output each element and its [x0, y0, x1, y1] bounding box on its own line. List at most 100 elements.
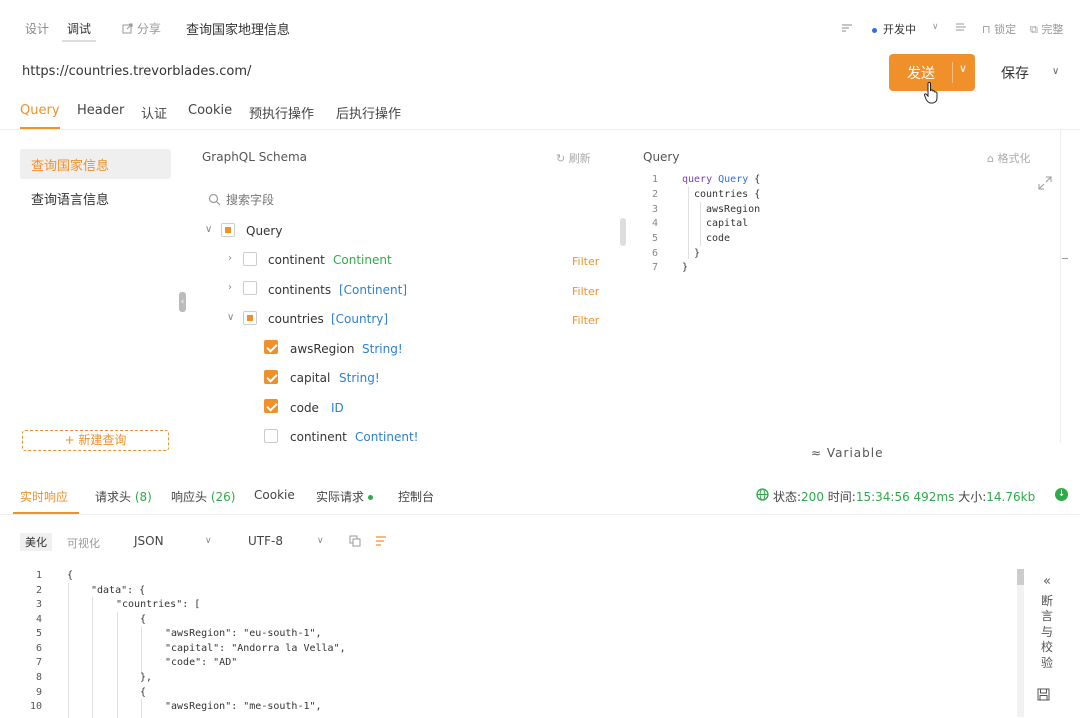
field-type[interactable]: ID! [331, 401, 345, 415]
operation-item-countries[interactable]: 查询国家信息 [20, 149, 171, 179]
operation-item-languages[interactable]: 查询语言信息 [20, 183, 171, 213]
schema-scrollbar[interactable] [620, 218, 626, 246]
response-scrollbar-thumb[interactable] [1017, 569, 1024, 585]
wrap-lines-icon[interactable] [842, 23, 853, 33]
save-dropdown-chevron-icon[interactable]: ∨ [1052, 66, 1059, 77]
lock-button[interactable]: ⊓ 锁定 [982, 21, 1016, 37]
download-icon[interactable]: ↓ [1055, 488, 1068, 501]
line-number: 4 [651, 218, 658, 229]
filter-link[interactable]: Filter [572, 314, 599, 327]
tab-response-headers[interactable]: 响应头 (26) [171, 488, 235, 505]
field-checkbox-awsregion[interactable] [264, 340, 278, 354]
filter-link[interactable]: Filter [572, 255, 599, 268]
indent-guide [117, 612, 118, 718]
field-type[interactable]: [Country] [331, 312, 388, 326]
wrap-text-icon[interactable] [375, 535, 387, 547]
view-visualize[interactable]: 可视化 [67, 535, 100, 551]
expand-icon[interactable] [1038, 176, 1052, 190]
schema-search-input[interactable] [206, 192, 506, 208]
indent-guide [700, 202, 701, 246]
field-type[interactable]: Continent [333, 253, 392, 267]
double-chevron-up-icon: ≈ [811, 446, 823, 460]
view-pretty[interactable]: 美化 [20, 533, 52, 551]
format-button[interactable]: ⌂ 格式化 [987, 150, 1030, 166]
tab-query[interactable]: Query [20, 103, 60, 118]
field-name: code [290, 401, 319, 415]
variable-toggle[interactable]: ≈ Variable [811, 446, 883, 460]
tab-cookie[interactable]: Cookie [188, 103, 232, 118]
format-select[interactable]: JSON [134, 534, 164, 548]
tab-live-response[interactable]: 实时响应 [20, 488, 68, 505]
line-number: 6 [651, 248, 658, 259]
tab-console[interactable]: 控制台 [398, 488, 434, 505]
save-button[interactable]: 保存 [1001, 63, 1029, 83]
send-label: 发送 [907, 66, 935, 82]
field-checkbox-continents[interactable] [243, 281, 257, 295]
field-name: continents [268, 283, 332, 297]
url-input[interactable]: https://countries.trevorblades.com/ [22, 64, 251, 79]
tab-design[interactable]: 设计 [25, 20, 49, 37]
field-checkbox-continent[interactable] [243, 252, 257, 266]
chevron-down-icon[interactable]: ∨ [205, 536, 212, 546]
new-query-button[interactable]: + 新建查询 [22, 430, 169, 451]
chevron-down-icon[interactable]: ∨ [317, 536, 324, 546]
indent-guide [141, 699, 142, 718]
share-button[interactable]: 分享 [122, 20, 161, 37]
line-number: 5 [35, 628, 42, 639]
lock-label: 锁定 [994, 23, 1017, 36]
copy-icon[interactable] [349, 535, 361, 547]
tab-pre-script[interactable]: 预执行操作 [249, 103, 314, 122]
filter-link[interactable]: Filter [572, 285, 599, 298]
json-line: { [140, 614, 147, 625]
format-icon: ⌂ [987, 152, 994, 165]
code-line: query Query { [682, 174, 761, 185]
response-scrollbar-track[interactable] [1017, 569, 1024, 717]
code-line: awsRegion [706, 204, 761, 215]
refresh-label: 刷新 [568, 152, 591, 165]
chevron-down-icon[interactable]: ∨ [227, 312, 234, 323]
env-selector[interactable]: 开发中 [872, 21, 916, 37]
menu-lines-icon[interactable] [956, 22, 967, 33]
field-name: awsRegion [290, 342, 355, 356]
tab-response-cookie[interactable]: Cookie [254, 488, 295, 502]
tab-actual-request[interactable]: 实际请求 [316, 488, 374, 505]
complete-button[interactable]: ⧉ 完整 [1030, 21, 1063, 37]
field-type[interactable]: [Continent] [339, 283, 407, 297]
chevron-down-icon[interactable]: ∨ [932, 22, 939, 32]
line-number: 2 [35, 585, 42, 596]
ruler-tick [1062, 258, 1068, 259]
chevron-down-icon[interactable]: ∨ [205, 224, 212, 235]
chevron-right-icon[interactable]: › [228, 282, 232, 293]
json-line: "awsRegion": "eu-south-1", [165, 628, 322, 639]
assertion-panel-toggle[interactable]: « 断言与校验 [1034, 574, 1060, 671]
field-type[interactable]: String! [339, 371, 380, 385]
field-checkbox-code[interactable] [264, 399, 278, 413]
line-number: 10 [29, 701, 42, 712]
encoding-select[interactable]: UTF-8 [248, 534, 283, 548]
field-type[interactable]: Continent! [355, 430, 418, 444]
field-checkbox-continent-nested[interactable] [264, 429, 278, 443]
chevron-right-icon[interactable]: › [228, 253, 232, 264]
tab-debug[interactable]: 调试 [67, 20, 91, 37]
code-line: code [706, 233, 731, 244]
field-checkbox-countries[interactable] [243, 311, 257, 325]
collapse-panel-handle[interactable]: ‹ [179, 292, 186, 312]
top-bar: 设计 调试 分享 查询国家地理信息 开发中 ∨ ⊓ 锁定 ⧉ 完整 [0, 0, 1080, 56]
tab-header[interactable]: Header [77, 103, 124, 118]
size-value: 14.76kb [986, 490, 1036, 504]
query-root-checkbox[interactable] [221, 223, 235, 237]
pointer-hand-cursor-icon [924, 82, 938, 104]
field-type[interactable]: String! [362, 342, 403, 356]
tab-auth[interactable]: 认证 [141, 103, 167, 122]
refresh-button[interactable]: ↻ 刷新 [556, 150, 591, 166]
tab-request-headers[interactable]: 请求头 (8) [95, 488, 152, 505]
send-divider [952, 62, 953, 83]
lock-icon: ⊓ [982, 23, 991, 36]
field-checkbox-capital[interactable] [264, 370, 278, 384]
json-line: "data": { [91, 585, 146, 596]
tab-post-script[interactable]: 后执行操作 [336, 103, 401, 122]
send-dropdown-chevron-icon[interactable]: ∨ [959, 62, 967, 75]
json-line: { [67, 570, 74, 581]
save-icon[interactable] [1037, 688, 1050, 701]
double-chevron-left-icon: « [1043, 574, 1051, 589]
